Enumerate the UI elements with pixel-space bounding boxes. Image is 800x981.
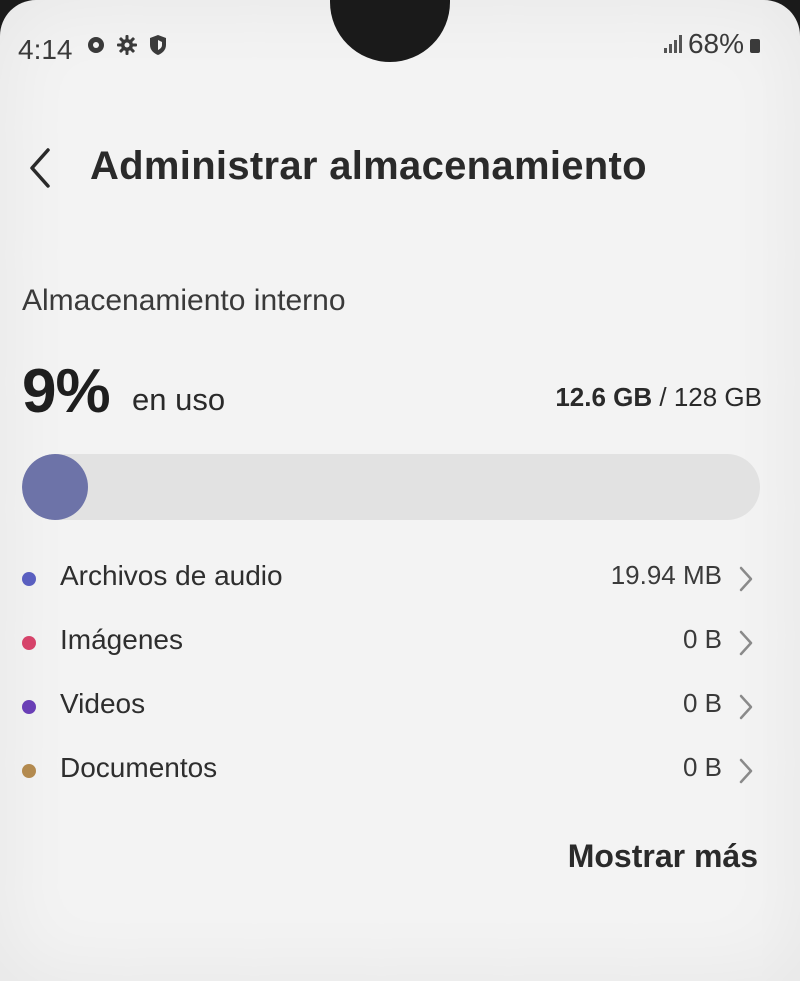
category-color-dot	[22, 700, 36, 714]
storage-usage-bar	[22, 454, 760, 520]
category-color-dot	[22, 636, 36, 650]
chevron-right-icon	[739, 694, 753, 720]
category-size: 0 B	[682, 688, 722, 718]
status-icons-left	[86, 34, 168, 56]
page-title: Administrar almacenamiento	[90, 144, 647, 188]
used-percent: 9%	[22, 357, 111, 426]
status-time: 4:14	[18, 34, 73, 65]
category-size: 19.94 MB	[610, 560, 722, 590]
battery-percent: 68%	[687, 28, 744, 59]
section-label: Almacenamiento interno	[22, 284, 346, 317]
used-size: 12.6 GB	[555, 382, 653, 412]
chevron-right-icon	[739, 566, 753, 592]
location-icon	[88, 37, 104, 53]
category-label: Documentos	[60, 752, 218, 783]
storage-usage-bar-fill	[22, 454, 89, 520]
category-color-dot	[22, 572, 36, 586]
category-label: Archivos de audio	[60, 560, 283, 591]
status-icons-right: 68%	[663, 28, 760, 60]
category-label: Videos	[60, 688, 146, 719]
shield-icon	[150, 35, 166, 55]
settings-icon	[117, 35, 137, 55]
status-bar: 4:14 68%	[0, 28, 800, 72]
chevron-right-icon	[739, 630, 753, 656]
list-item-images[interactable]: Imágenes 0 B	[0, 612, 800, 672]
storage-usage: 9% en uso 12.6 GB / 128 GB	[22, 356, 762, 426]
category-size: 0 B	[682, 624, 722, 654]
category-color-dot	[22, 764, 36, 778]
total-size: 128 GB	[673, 382, 762, 412]
size-separator: /	[652, 382, 674, 412]
used-text: en uso	[132, 382, 226, 417]
list-item-videos[interactable]: Videos 0 B	[0, 676, 800, 736]
category-label: Imágenes	[60, 624, 183, 655]
list-item-audio[interactable]: Archivos de audio 19.94 MB	[0, 548, 800, 608]
used-size-summary: 12.6 GB / 128 GB	[555, 382, 762, 413]
app-header: Administrar almacenamiento	[0, 138, 800, 198]
category-size: 0 B	[682, 752, 722, 782]
show-more-button[interactable]: Mostrar más	[568, 838, 758, 875]
signal-icon	[663, 35, 682, 53]
chevron-right-icon	[739, 758, 753, 784]
chevron-left-icon[interactable]	[22, 144, 62, 192]
list-item-documents[interactable]: Documentos 0 B	[0, 740, 800, 800]
battery-icon	[750, 39, 760, 53]
screen: 4:14 68% Administrar almacenamiento Alma…	[0, 0, 800, 981]
